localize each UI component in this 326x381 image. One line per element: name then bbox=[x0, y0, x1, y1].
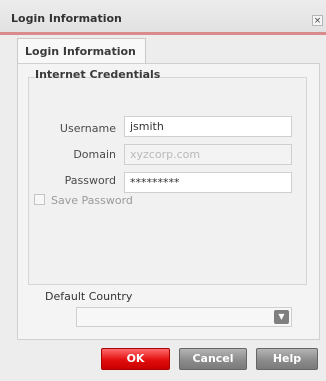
chevron-down-icon[interactable]: ▼ bbox=[274, 310, 289, 324]
ok-button[interactable]: OK bbox=[101, 348, 170, 370]
username-label: Username bbox=[59, 122, 116, 135]
window-title: Login Information bbox=[11, 12, 122, 25]
domain-label: Domain bbox=[73, 148, 116, 161]
close-icon[interactable]: × bbox=[312, 15, 323, 26]
internet-credentials-heading: Internet Credentials bbox=[35, 68, 161, 81]
domain-field: xyzcorp.com bbox=[124, 144, 292, 165]
default-country-select[interactable]: ▼ bbox=[76, 307, 292, 327]
username-field[interactable]: jsmith bbox=[124, 116, 292, 137]
password-field[interactable]: ********* bbox=[124, 172, 292, 193]
password-label: Password bbox=[64, 174, 116, 187]
title-bar[interactable]: Login Information × bbox=[0, 0, 326, 35]
help-button[interactable]: Help bbox=[256, 348, 318, 370]
default-country-label: Default Country bbox=[45, 290, 133, 303]
cancel-button[interactable]: Cancel bbox=[179, 348, 247, 370]
save-password-label: Save Password bbox=[51, 194, 133, 207]
save-password-checkbox[interactable] bbox=[34, 194, 45, 205]
login-information-dialog: Login Information × Login Information In… bbox=[0, 0, 326, 381]
tab-login-information[interactable]: Login Information bbox=[17, 38, 146, 64]
tab-label: Login Information bbox=[25, 45, 136, 58]
